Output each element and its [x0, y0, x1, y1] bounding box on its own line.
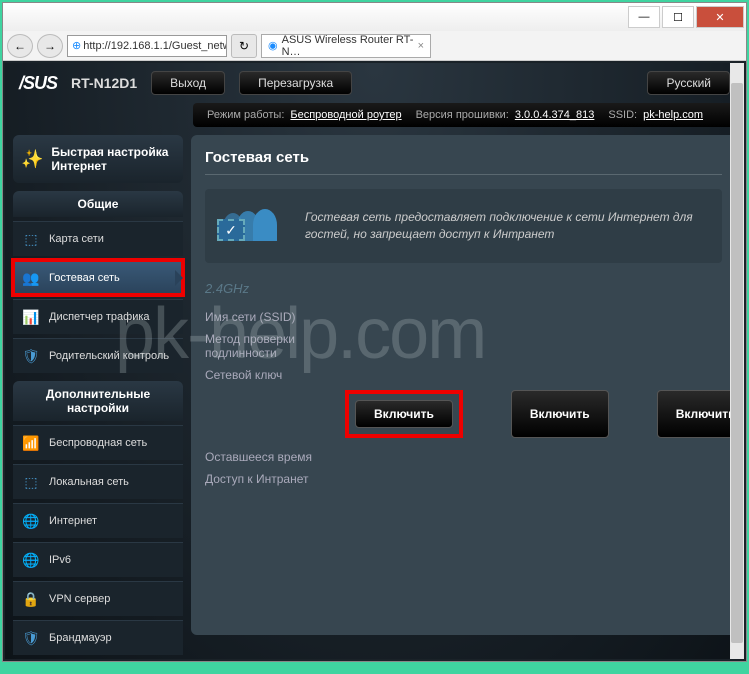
address-bar[interactable]: ⊕ http://192.168.1.1/Guest_netw — [67, 35, 227, 57]
network-map-icon: ⬚ — [21, 230, 41, 248]
window-titlebar: — ☐ ✕ — [3, 3, 746, 31]
wifi-icon: 📶 — [21, 434, 41, 452]
browser-tab[interactable]: ◉ ASUS Wireless Router RT-N… × — [261, 34, 431, 58]
sidebar-item-network-map[interactable]: ⬚ Карта сети — [13, 221, 183, 256]
ipv6-icon: 🌐 — [21, 551, 41, 569]
band-label: 2.4GHz — [205, 281, 722, 296]
info-box: ✓ Гостевая сеть предоставляет подключени… — [205, 189, 722, 263]
sidebar-item-vpn[interactable]: 🔒 VPN сервер — [13, 581, 183, 616]
close-button[interactable]: ✕ — [696, 6, 744, 28]
enable-button-1[interactable]: Включить — [355, 400, 453, 428]
wand-icon: ✨ — [21, 147, 43, 171]
sidebar-item-internet[interactable]: 🌐 Интернет — [13, 503, 183, 538]
favicon-icon: ◉ — [268, 39, 278, 52]
auth-label: Метод проверки подлинности — [205, 332, 345, 360]
language-button[interactable]: Русский — [647, 71, 730, 95]
quick-setup-button[interactable]: ✨ Быстрая настройка Интернет — [13, 135, 183, 183]
sidebar-item-firewall[interactable]: 🛡 Брандмауэр — [13, 620, 183, 655]
sidebar-item-wireless[interactable]: 📶 Беспроводная сеть — [13, 425, 183, 460]
status-bar: Режим работы: Беспроводной роутер Версия… — [193, 103, 736, 127]
forward-button[interactable]: → — [37, 34, 63, 58]
ssid-link[interactable]: pk-help.com — [643, 109, 703, 121]
traffic-icon: 📊 — [21, 308, 41, 326]
firmware-link[interactable]: 3.0.0.4.374_813 — [515, 109, 595, 121]
brand-logo: /SUS — [19, 73, 57, 94]
minimize-button[interactable]: — — [628, 6, 660, 28]
reboot-button[interactable]: Перезагрузка — [239, 71, 352, 95]
info-text: Гостевая сеть предоставляет подключение … — [305, 209, 710, 243]
sidebar-item-parental-control[interactable]: 🛡 Родительский контроль — [13, 338, 183, 373]
back-button[interactable]: ← — [7, 34, 33, 58]
main-panel: Гостевая сеть ✓ Гостевая сеть предоставл… — [191, 135, 736, 635]
sidebar: ✨ Быстрая настройка Интернет Общие ⬚ Кар… — [13, 135, 183, 635]
guest-network-icon: 👥 — [21, 269, 41, 287]
guest-illustration: ✓ — [217, 201, 291, 251]
advanced-section-header: Дополнительные настройки — [13, 381, 183, 421]
browser-toolbar: ← → ⊕ http://192.168.1.1/Guest_netw ↻ ◉ … — [3, 31, 746, 61]
intranet-label: Доступ к Интранет — [205, 472, 345, 486]
lan-icon: ⬚ — [21, 473, 41, 491]
ssid-label: Имя сети (SSID) — [205, 310, 345, 324]
page-header: /SUS RT-N12D1 Выход Перезагрузка Русский — [5, 63, 744, 103]
protocol-icon: ⊕ — [72, 39, 81, 52]
browser-scrollbar[interactable] — [730, 63, 744, 659]
key-label: Сетевой ключ — [205, 368, 345, 382]
internet-icon: 🌐 — [21, 512, 41, 530]
time-label: Оставшееся время — [205, 450, 345, 464]
reload-button[interactable]: ↻ — [231, 34, 257, 58]
page-title: Гостевая сеть — [205, 149, 722, 175]
general-section-header: Общие — [13, 191, 183, 217]
sidebar-item-admin[interactable]: ⚙ Администри-рование — [13, 659, 183, 661]
logout-button[interactable]: Выход — [151, 71, 225, 95]
enable-highlight: Включить — [345, 390, 463, 438]
scrollbar-thumb[interactable] — [731, 83, 743, 643]
firewall-icon: 🛡 — [21, 629, 41, 647]
router-page: pk-help.com /SUS RT-N12D1 Выход Перезагр… — [3, 61, 746, 661]
enable-button-3[interactable]: Включить — [657, 390, 736, 438]
sidebar-item-lan[interactable]: ⬚ Локальная сеть — [13, 464, 183, 499]
sidebar-item-traffic-manager[interactable]: 📊 Диспетчер трафика — [13, 299, 183, 334]
maximize-button[interactable]: ☐ — [662, 6, 694, 28]
check-icon: ✓ — [217, 219, 245, 241]
sidebar-item-guest-network[interactable]: 👥 Гостевая сеть — [13, 260, 183, 295]
sidebar-item-ipv6[interactable]: 🌐 IPv6 — [13, 542, 183, 577]
parental-icon: 🛡 — [21, 347, 41, 365]
mode-link[interactable]: Беспроводной роутер — [290, 109, 401, 121]
vpn-icon: 🔒 — [21, 590, 41, 608]
model-label: RT-N12D1 — [71, 75, 137, 91]
tab-close-icon[interactable]: × — [418, 40, 424, 52]
enable-button-2[interactable]: Включить — [511, 390, 609, 438]
